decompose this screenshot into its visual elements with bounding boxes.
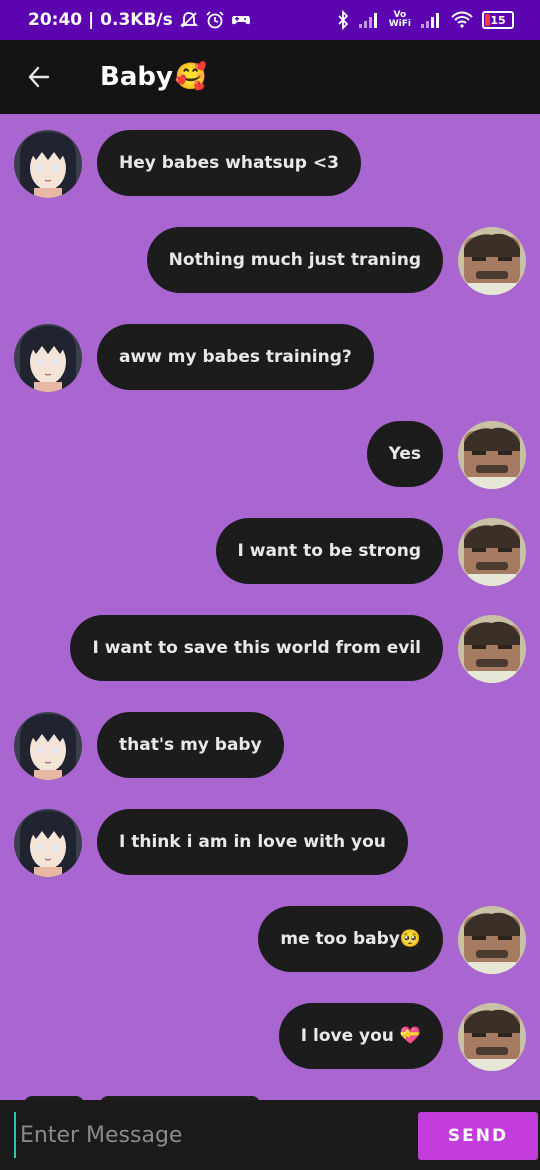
mute-alarm-icon [179, 10, 199, 30]
girl-avatar[interactable] [14, 809, 82, 877]
boy-avatar[interactable] [458, 906, 526, 974]
message-bubble[interactable]: I want to save this world from evil [70, 615, 443, 681]
boy-avatar[interactable] [458, 1003, 526, 1071]
game-controller-icon [231, 11, 251, 29]
message-bubble[interactable]: I think i am in love with you [97, 809, 408, 875]
message-row: I think i am in love with you [0, 809, 540, 879]
message-bubble[interactable]: Nothing much just traning [146, 227, 443, 293]
app-bar: Baby 🥰 [0, 40, 540, 114]
status-left: 20:40 | 0.3KB/s [28, 10, 251, 30]
bluetooth-icon [337, 10, 349, 30]
boy-avatar[interactable] [458, 615, 526, 683]
status-time-speed: 20:40 | 0.3KB/s [28, 10, 173, 30]
page-title: Baby [100, 62, 173, 92]
message-row: I want to save this world from evil [0, 615, 540, 685]
signal-icon [420, 12, 442, 28]
alarm-clock-icon [205, 10, 225, 30]
boy-avatar[interactable] [458, 518, 526, 586]
message-list[interactable]: Hey babes whatsup <3 Nothing much just tr… [0, 114, 540, 1100]
battery-icon: 15 [482, 11, 514, 29]
girl-avatar[interactable] [14, 712, 82, 780]
message-bubble[interactable]: Yes [366, 421, 443, 487]
message-row: I want to be strong [0, 518, 540, 588]
send-button[interactable]: SEND [418, 1112, 538, 1160]
signal-icon [358, 12, 380, 28]
smiling-face-hearts-icon: 🥰 [174, 62, 208, 92]
boy-avatar[interactable] [458, 421, 526, 489]
volte-wifi-icon: Vo WiFi [388, 10, 411, 29]
status-bar: 20:40 | 0.3KB/s Vo WiFi 15 [0, 0, 540, 40]
boy-avatar[interactable] [458, 227, 526, 295]
message-bubble[interactable]: I love you 💝 [278, 1003, 443, 1069]
girl-avatar[interactable] [14, 324, 82, 392]
message-bubble[interactable]: Hey babes whatsup <3 [97, 130, 361, 196]
chat-title-wrap: Baby 🥰 [100, 62, 207, 92]
message-bubble[interactable]: aww my babes training? [97, 324, 374, 390]
message-composer: SEND [0, 1100, 540, 1170]
message-input[interactable] [14, 1112, 404, 1158]
message-row: I love you 💝 [0, 1003, 540, 1073]
message-bubble[interactable]: that's my baby [97, 712, 284, 778]
message-row: Nothing much just traning [0, 227, 540, 297]
message-row: Hey babes whatsup <3 [0, 130, 540, 200]
wifi-icon [451, 11, 473, 29]
message-row: Yes [0, 421, 540, 491]
girl-avatar[interactable] [14, 130, 82, 198]
arrow-left-icon [28, 66, 50, 88]
message-bubble[interactable]: me too baby🥺 [258, 906, 443, 972]
back-button[interactable] [20, 58, 58, 96]
message-row: that's my baby [0, 712, 540, 782]
message-row: aww my babes training? [0, 324, 540, 394]
message-bubble[interactable]: I want to be strong [215, 518, 443, 584]
status-right: Vo WiFi 15 [337, 10, 514, 30]
message-row: me too baby🥺 [0, 906, 540, 976]
